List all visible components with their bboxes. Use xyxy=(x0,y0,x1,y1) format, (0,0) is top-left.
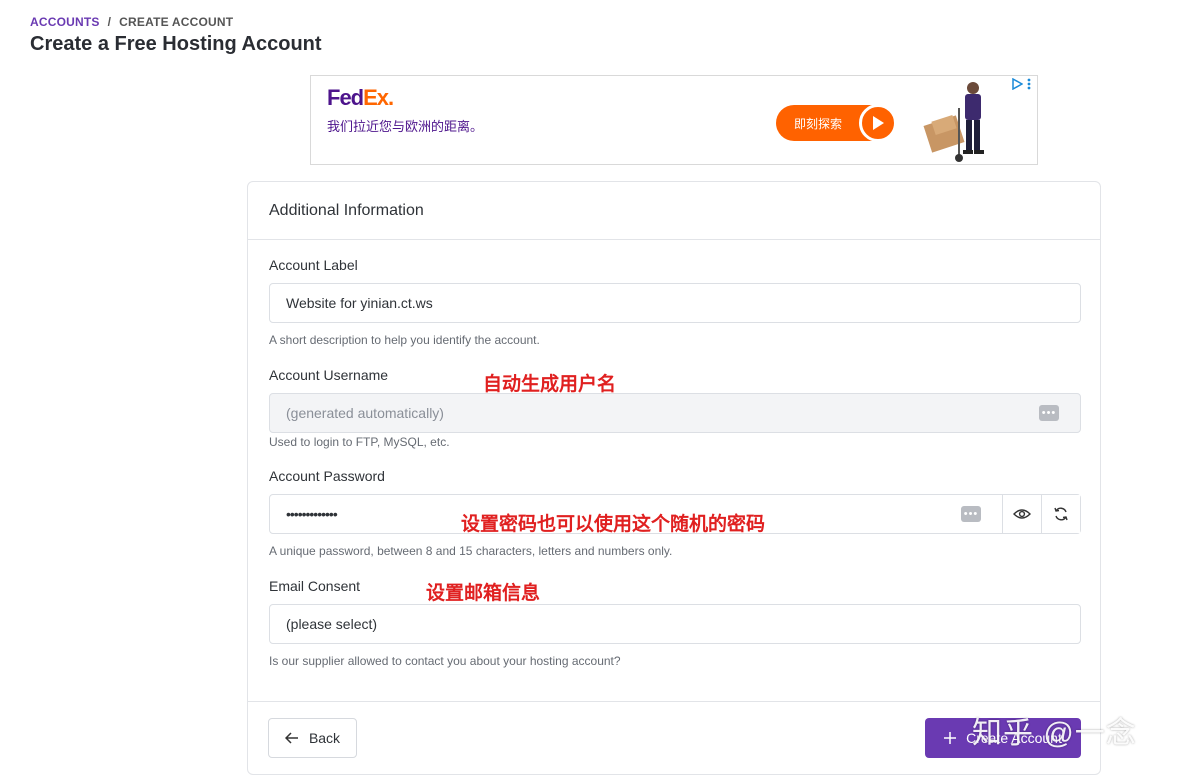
breadcrumb: ACCOUNTS / CREATE ACCOUNT xyxy=(30,15,233,29)
account-label-value: Website for yinian.ct.ws xyxy=(286,295,433,311)
email-consent-select[interactable]: (please select) xyxy=(269,604,1081,644)
eye-icon xyxy=(1013,509,1031,519)
account-label-label: Account Label xyxy=(269,257,358,273)
account-username-placeholder: (generated automatically) xyxy=(286,405,444,421)
ad-choices[interactable] xyxy=(1011,78,1031,90)
back-button[interactable]: Back xyxy=(268,718,357,758)
account-username-label: Account Username xyxy=(269,367,389,383)
plus-icon xyxy=(944,732,957,744)
arrow-left-icon xyxy=(284,732,298,744)
zhihu-watermark: 知乎 @一念 xyxy=(972,717,1137,750)
breadcrumb-current: CREATE ACCOUNT xyxy=(119,15,234,29)
additional-info-card: Additional Information Account Label Web… xyxy=(247,181,1101,775)
account-label-help: A short description to help you identify… xyxy=(269,333,540,347)
page-title: Create a Free Hosting Account xyxy=(30,33,322,55)
account-label-input[interactable]: Website for yinian.ct.ws xyxy=(269,283,1081,323)
ad-choices-icon[interactable] xyxy=(1011,78,1023,90)
account-username-input: (generated automatically) ••• xyxy=(269,393,1081,433)
annotation-username: 自动生成用户名 xyxy=(483,374,617,395)
breadcrumb-accounts-link[interactable]: ACCOUNTS xyxy=(30,15,100,29)
regenerate-password-button[interactable] xyxy=(1041,495,1080,533)
play-icon xyxy=(859,104,897,142)
ad-cta-button[interactable]: 即刻探索 xyxy=(776,104,897,142)
more-dots-icon[interactable]: ••• xyxy=(961,506,981,522)
more-dots-icon[interactable]: ••• xyxy=(1039,405,1059,421)
fedex-ad-banner[interactable]: FedEx. 我们拉近您与欧洲的距离。 即刻探索 xyxy=(310,75,1038,165)
delivery-person-image xyxy=(923,82,984,162)
account-password-label: Account Password xyxy=(269,468,385,484)
breadcrumb-separator: / xyxy=(107,15,112,29)
account-username-help: Used to login to FTP, MySQL, etc. xyxy=(269,435,450,449)
account-password-value: ••••••••••••• xyxy=(286,506,338,522)
email-consent-help: Is our supplier allowed to contact you a… xyxy=(269,654,621,668)
annotation-email: 设置邮箱信息 xyxy=(426,583,541,604)
card-header: Additional Information xyxy=(248,182,1100,240)
email-consent-label: Email Consent xyxy=(269,578,361,594)
annotation-password: 设置密码也可以使用这个随机的密码 xyxy=(461,514,766,535)
refresh-icon xyxy=(1054,507,1068,521)
email-consent-selected: (please select) xyxy=(286,616,378,632)
show-password-button[interactable] xyxy=(1002,495,1041,533)
back-label: Back xyxy=(308,730,341,746)
ad-text: 我们拉近您与欧洲的距离。 xyxy=(327,119,484,134)
more-vertical-icon[interactable] xyxy=(1027,78,1031,90)
account-password-help: A unique password, between 8 and 15 char… xyxy=(269,544,673,558)
fedex-logo: FedEx. xyxy=(327,85,394,110)
ad-cta-label: 即刻探索 xyxy=(794,116,843,131)
